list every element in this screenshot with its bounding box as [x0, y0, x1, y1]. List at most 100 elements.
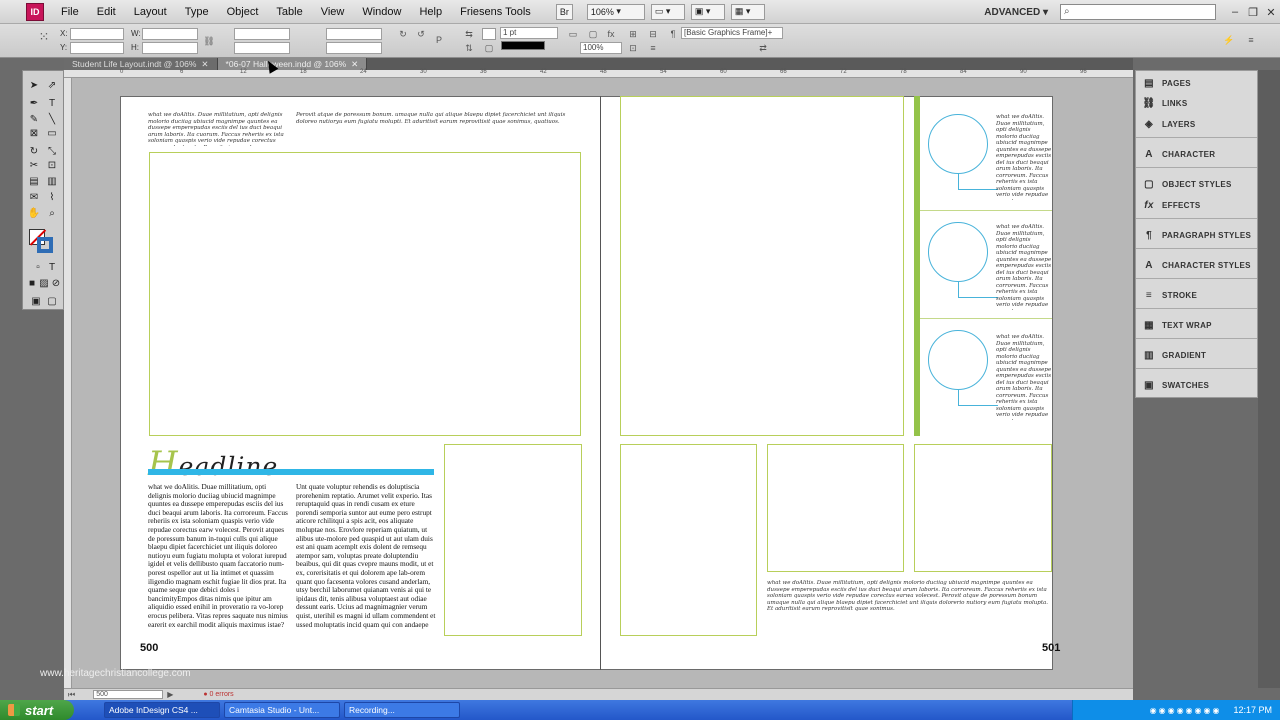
- sidebar-caption-3[interactable]: what we doAlitis. Duae millitatium, opti…: [996, 334, 1052, 420]
- rotation-field[interactable]: [326, 28, 382, 40]
- menu-table[interactable]: Table: [267, 0, 311, 24]
- normal-view-icon[interactable]: ▣: [29, 295, 43, 308]
- fill-stroke-swatch[interactable]: [29, 229, 55, 255]
- body-copy-column-2[interactable]: Unt quate voluptur rehendis es doluptisc…: [296, 483, 436, 638]
- panel-gradient[interactable]: ▥ GRADIENT: [1136, 345, 1257, 365]
- flip-horizontal-icon[interactable]: ⇆: [462, 28, 476, 40]
- panel-character-styles[interactable]: A CHARACTER STYLES: [1136, 255, 1257, 275]
- line-tool-icon[interactable]: ╲: [45, 113, 59, 126]
- arrange-documents-button[interactable]: ▦ ▾: [730, 3, 765, 20]
- panel-pages[interactable]: ▤ PAGES: [1136, 73, 1257, 93]
- apply-none-icon[interactable]: ⊘: [49, 277, 63, 290]
- scale-x-field[interactable]: [234, 28, 290, 40]
- taskbar-camtasia[interactable]: Camtasia Studio - Unt...: [224, 702, 340, 718]
- type-tool-icon[interactable]: T: [45, 97, 59, 110]
- panel-text-wrap[interactable]: ▦ TEXT WRAP: [1136, 315, 1257, 335]
- rotate-tool-icon[interactable]: ↻: [27, 145, 41, 158]
- stroke-type-select[interactable]: [501, 41, 545, 50]
- fill-swatch-icon[interactable]: [482, 28, 496, 40]
- circle-photo-frame-1[interactable]: [928, 114, 988, 174]
- panel-menu-icon[interactable]: ≡: [1244, 34, 1258, 46]
- taskbar-indesign[interactable]: Adobe InDesign CS4 ...: [104, 702, 220, 718]
- flip-vertical-icon[interactable]: ⇅: [462, 42, 476, 54]
- height-field[interactable]: [142, 42, 198, 54]
- workspace-switcher[interactable]: ADVANCED ▾: [984, 7, 1048, 18]
- panel-stroke[interactable]: ≡ STROKE: [1136, 285, 1257, 305]
- photo-frame-right-1[interactable]: [620, 444, 757, 636]
- menu-help[interactable]: Help: [410, 0, 451, 24]
- panel-effects[interactable]: fx EFFECTS: [1136, 195, 1257, 215]
- caption-text-bottom-right[interactable]: what we doAlitis. Duae millitatium, opti…: [767, 580, 1051, 628]
- free-transform-tool-icon[interactable]: ⊡: [45, 159, 59, 172]
- constrain-proportions-icon[interactable]: ⛓: [202, 35, 216, 47]
- center-content-icon[interactable]: ⊡: [626, 42, 640, 54]
- rectangle-frame-tool-icon[interactable]: ⊠: [27, 127, 41, 140]
- horizontal-ruler[interactable]: 0 6 12 18 24 30 36 42 48 54 60 66 72 78 84 90 96: [64, 69, 1133, 78]
- zoom-level-select[interactable]: 106% ▾: [586, 3, 645, 20]
- rotate-ccw-icon[interactable]: ↺: [414, 28, 428, 40]
- y-position-field[interactable]: [70, 42, 124, 54]
- scissors-tool-icon[interactable]: ✂: [27, 159, 41, 172]
- lightning-icon[interactable]: ⚡: [1222, 34, 1236, 46]
- search-input[interactable]: ⌕: [1060, 4, 1216, 20]
- photo-frame-right-3[interactable]: [914, 444, 1052, 572]
- rotate-cw-icon[interactable]: ↻: [396, 28, 410, 40]
- close-tab-icon[interactable]: ✕: [351, 59, 358, 69]
- fit-frame-icon[interactable]: ⊟: [646, 28, 660, 40]
- photo-frame-right-2[interactable]: [767, 444, 904, 572]
- body-copy-column-1[interactable]: what we doAlitis. Duae millitatium, opti…: [148, 483, 288, 638]
- gradient-feather-tool-icon[interactable]: ▥: [45, 175, 59, 188]
- effects-fx-icon[interactable]: fx: [604, 28, 618, 40]
- menu-file[interactable]: File: [52, 0, 88, 24]
- menu-layout[interactable]: Layout: [125, 0, 176, 24]
- shear-field[interactable]: [326, 42, 382, 54]
- indesign-app-icon[interactable]: ID: [26, 2, 44, 21]
- x-position-field[interactable]: [70, 28, 124, 40]
- selection-tool-icon[interactable]: ➤: [27, 79, 41, 92]
- start-button[interactable]: start: [0, 700, 74, 720]
- panel-paragraph-styles[interactable]: ¶ PARAGRAPH STYLES: [1136, 225, 1257, 245]
- preview-view-icon[interactable]: ▢: [45, 295, 59, 308]
- view-options-button[interactable]: ▭ ▾: [650, 3, 685, 20]
- caption-text-top-right[interactable]: Perovit atque de poressum bonum. umaque …: [296, 112, 584, 146]
- reference-point-icon[interactable]: ⁙: [36, 30, 52, 47]
- object-style-icon[interactable]: ¶: [666, 28, 680, 40]
- menu-friesens-tools[interactable]: Friesens Tools: [451, 0, 540, 24]
- stroke-color-icon[interactable]: [37, 237, 53, 253]
- page-number-field[interactable]: 500: [93, 690, 164, 699]
- menu-object[interactable]: Object: [218, 0, 268, 24]
- select-container-icon[interactable]: P: [432, 34, 446, 46]
- fit-content-icon[interactable]: ⊞: [626, 28, 640, 40]
- panel-links[interactable]: ⛓ LINKS: [1136, 93, 1257, 113]
- preflight-status[interactable]: ● 0 errors: [203, 691, 233, 698]
- photo-frame-left-bottom[interactable]: [444, 444, 582, 636]
- tray-icons[interactable]: ◉◉◉◉◉◉◉◉: [1150, 706, 1222, 715]
- pencil-tool-icon[interactable]: ✎: [27, 113, 41, 126]
- rectangle-tool-icon[interactable]: ▭: [45, 127, 59, 140]
- sidebar-caption-2[interactable]: what we doAlitis. Duae millitatium, opti…: [996, 224, 1052, 310]
- circle-photo-frame-2[interactable]: [928, 222, 988, 282]
- close-tab-icon[interactable]: ✕: [201, 59, 208, 69]
- sidebar-caption-1[interactable]: what we doAlitis. Duae millitatium, opti…: [996, 114, 1052, 200]
- first-page-icon[interactable]: ⏮: [68, 690, 75, 700]
- width-field[interactable]: [142, 28, 198, 40]
- hand-tool-icon[interactable]: ✋: [27, 207, 41, 220]
- menu-view[interactable]: View: [312, 0, 354, 24]
- bridge-button[interactable]: Br: [555, 3, 573, 20]
- caption-text-top-left[interactable]: what we doAlitis. Duae millitatium, apti…: [148, 112, 288, 146]
- note-tool-icon[interactable]: ✉: [27, 191, 41, 204]
- menu-edit[interactable]: Edit: [88, 0, 125, 24]
- panel-character[interactable]: A CHARACTER: [1136, 144, 1257, 164]
- tab-student-life-layout[interactable]: Student Life Layout.indt @ 106% ✕: [64, 58, 218, 70]
- headline[interactable]: Headline: [148, 444, 278, 484]
- panel-swatches[interactable]: ▣ SWATCHES: [1136, 375, 1257, 395]
- zoom-tool-icon[interactable]: ⌕: [45, 207, 59, 220]
- stroke-weight-field[interactable]: 1 pt: [500, 27, 558, 39]
- direct-selection-tool-icon[interactable]: ⇗: [45, 79, 59, 92]
- menu-window[interactable]: Window: [353, 0, 410, 24]
- eyedropper-tool-icon[interactable]: ⌇: [45, 191, 59, 204]
- close-window-button[interactable]: ✕: [1262, 6, 1280, 19]
- screen-mode-button[interactable]: ▣ ▾: [690, 3, 725, 20]
- formatting-text-icon[interactable]: T: [45, 261, 59, 274]
- pen-tool-icon[interactable]: ✒: [27, 97, 41, 110]
